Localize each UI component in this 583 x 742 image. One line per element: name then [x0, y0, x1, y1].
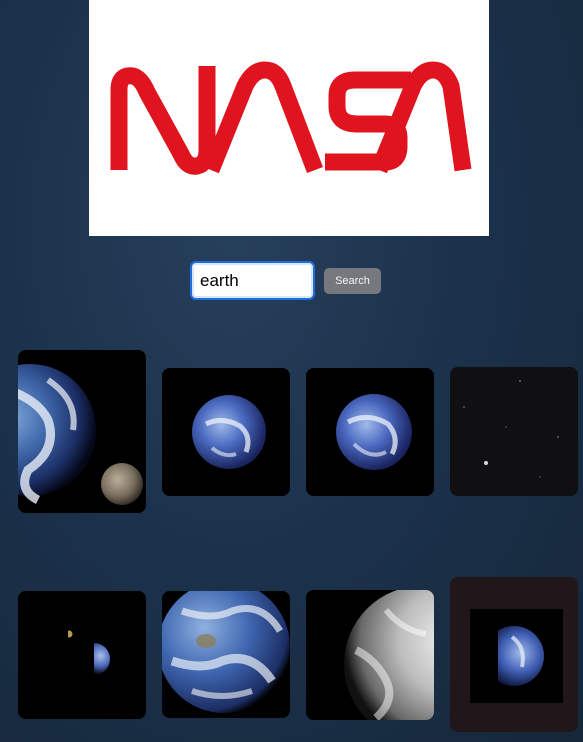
search-button[interactable]: Search — [324, 268, 381, 294]
result-image-earth[interactable] — [162, 368, 290, 496]
result-image-earth-and-moon-distant[interactable] — [18, 591, 146, 719]
earth-image — [306, 368, 434, 496]
result-image-earth-and-moon[interactable] — [18, 350, 146, 513]
earth-and-moon-image — [18, 350, 146, 513]
result-image-earth-crescent[interactable] — [450, 577, 578, 732]
earth-image — [162, 368, 290, 496]
earth-closeup-image — [162, 591, 290, 718]
result-image-starfield[interactable] — [450, 367, 578, 496]
earth-crescent-image — [450, 577, 578, 732]
earth-and-moon-distant-image — [18, 591, 146, 719]
starfield-image — [450, 367, 578, 496]
result-image-earth-closeup[interactable] — [162, 591, 290, 718]
result-image-earth-grayscale[interactable] — [306, 590, 434, 720]
search-input[interactable] — [190, 261, 315, 300]
result-image-earth-2[interactable] — [306, 368, 434, 496]
nasa-logo — [89, 0, 489, 236]
earth-grayscale-image — [306, 590, 434, 720]
nasa-worm-logo — [110, 61, 472, 175]
